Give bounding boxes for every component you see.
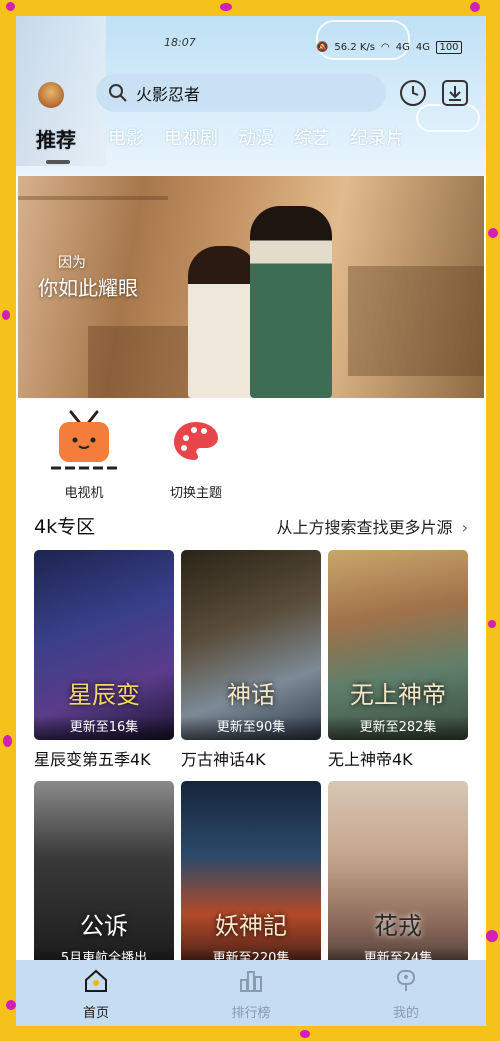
video-poster: 无上神帝 更新至282集 — [328, 550, 468, 740]
tab-movies[interactable]: 电影 — [108, 124, 144, 164]
poster-title: 妖神記 — [215, 912, 287, 940]
mute-icon: 🔕 — [315, 41, 329, 53]
carousel-dots — [427, 402, 476, 407]
carousel-dot — [449, 402, 454, 407]
section-more-text: 从上方搜索查找更多片源 — [276, 518, 453, 537]
poster-title: 神话 — [227, 681, 275, 709]
tab-variety[interactable]: 综艺 — [294, 124, 330, 164]
carousel-dot-active — [460, 402, 465, 407]
ranking-icon — [240, 971, 262, 992]
frame-dot — [300, 1030, 310, 1038]
status-icons: 🔕 56.2 K/s ◠ 4G 4G 100 — [316, 36, 462, 58]
carousel-dot — [471, 402, 476, 407]
banner-title-line2: 你如此耀眼 — [38, 276, 138, 300]
poster-title: 无上神帝 — [350, 681, 446, 709]
carousel-dot — [427, 402, 432, 407]
bottom-nav: 首页 排行榜 我的 — [16, 960, 486, 1026]
status-time: 18:07 — [164, 36, 196, 49]
frame-dot — [220, 3, 232, 11]
tab-documentary[interactable]: 纪录片 — [350, 124, 404, 164]
frame-dot — [3, 735, 12, 747]
section-more-link[interactable]: 从上方搜索查找更多片源 › — [276, 514, 468, 538]
quick-label-theme: 切换主题 — [169, 486, 222, 501]
video-poster: 花戎 更新至24集 — [328, 781, 468, 971]
banner-figure — [188, 246, 258, 398]
frame-dot — [486, 930, 498, 942]
banner-title-line1: 因为 — [58, 255, 86, 271]
frame-dot — [2, 310, 10, 320]
update-badge: 更新至90集 — [181, 716, 321, 740]
nav-home[interactable]: 首页 — [56, 968, 136, 1021]
video-title: 万古神话4K — [181, 750, 266, 769]
update-badge: 更新至282集 — [328, 716, 468, 740]
poster-title: 星辰变 — [68, 681, 140, 709]
banner-decoration — [18, 196, 168, 200]
banner-decoration — [88, 326, 188, 398]
video-card[interactable]: 星辰变 更新至16集 星辰变第五季4K — [34, 550, 174, 770]
palette-icon — [174, 422, 218, 460]
video-card[interactable]: 妖神記 更新至220集 — [181, 781, 321, 971]
banner-title: 因为 你如此耀眼 — [38, 252, 138, 301]
poster-title: 花戎 — [374, 912, 422, 940]
quick-label-tv: 电视机 — [64, 486, 104, 501]
video-title: 星辰变第五季4K — [34, 750, 151, 769]
banner-decoration — [348, 266, 484, 376]
signal-2: 4G — [415, 41, 430, 53]
frame-dot — [488, 620, 496, 628]
home-icon — [85, 969, 107, 992]
nav-label-home: 首页 — [82, 1006, 109, 1021]
update-badge: 更新至16集 — [34, 716, 174, 740]
quick-item-tv[interactable]: 电视机 — [34, 408, 134, 501]
banner-figure — [250, 206, 332, 398]
signal-1: 4G — [395, 41, 410, 53]
nav-label-profile: 我的 — [392, 1006, 419, 1021]
quick-item-theme[interactable]: 切换主题 — [146, 408, 246, 501]
video-card[interactable]: 无上神帝 更新至282集 无上神帝4K — [328, 550, 468, 770]
frame-dot — [6, 2, 15, 11]
video-card[interactable]: 花戎 更新至24集 — [328, 781, 468, 971]
nav-ranking[interactable]: 排行榜 — [211, 968, 291, 1021]
tv-icon — [51, 410, 117, 470]
download-icon[interactable] — [441, 79, 469, 107]
category-tabs: 推荐 电影 电视剧 动漫 综艺 纪录片 — [16, 124, 486, 164]
video-card[interactable]: 神话 更新至90集 万古神话4K — [181, 550, 321, 770]
tab-anime[interactable]: 动漫 — [238, 124, 274, 164]
video-poster: 公诉 5月東航全播出 — [34, 781, 174, 971]
tab-recommend[interactable]: 推荐 — [36, 124, 76, 164]
net-speed: 56.2 K/s — [334, 41, 376, 53]
frame-dot — [470, 2, 480, 12]
search-icon — [109, 84, 127, 102]
section-title: 4k专区 — [34, 516, 96, 538]
phone-screen: 18:07 🔕 56.2 K/s ◠ 4G 4G 100 火影忍者 推荐 电影 … — [16, 16, 486, 1026]
profile-icon — [397, 970, 415, 991]
nav-label-ranking: 排行榜 — [231, 1006, 271, 1021]
video-poster: 妖神記 更新至220集 — [181, 781, 321, 971]
carousel-dot — [438, 402, 443, 407]
search-query[interactable]: 火影忍者 — [136, 81, 200, 105]
search-bar[interactable]: 火影忍者 — [96, 74, 386, 112]
avatar[interactable] — [38, 82, 64, 108]
history-icon[interactable] — [399, 79, 427, 107]
video-card[interactable]: 公诉 5月東航全播出 — [34, 781, 174, 971]
chevron-right-icon: › — [461, 518, 468, 537]
active-tab-indicator — [46, 160, 70, 164]
wifi-icon: ◠ — [381, 41, 390, 53]
banner-carousel[interactable]: 因为 你如此耀眼 — [18, 176, 484, 398]
poster-title: 公诉 — [80, 912, 128, 940]
video-poster: 神话 更新至90集 — [181, 550, 321, 740]
battery-icon: 100 — [436, 40, 462, 54]
video-poster: 星辰变 更新至16集 — [34, 550, 174, 740]
frame-dot — [488, 228, 498, 238]
nav-profile[interactable]: 我的 — [366, 968, 446, 1021]
tab-tv-series[interactable]: 电视剧 — [164, 124, 218, 164]
frame-dot — [6, 1000, 16, 1010]
video-title: 无上神帝4K — [328, 750, 413, 769]
